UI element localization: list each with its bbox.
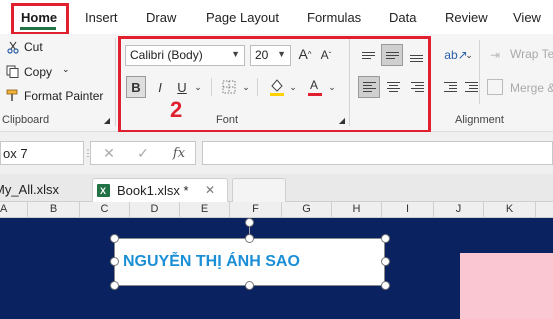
column-header-a[interactable]: A	[0, 203, 7, 215]
rotation-handle[interactable]	[245, 218, 254, 227]
workbook-tab-active[interactable]: X Book1.xlsx * ✕	[92, 178, 228, 202]
column-header-c[interactable]: C	[80, 203, 129, 215]
increase-indent-icon[interactable]	[462, 76, 480, 98]
column-header-j[interactable]: J	[434, 203, 483, 215]
merge-center-button[interactable]: Merge &	[510, 81, 553, 95]
copy-dropdown-chevron-icon[interactable]: ⌄	[62, 64, 70, 75]
decrease-indent-icon[interactable]	[440, 76, 460, 98]
formula-buttons: ✕ ✓ fx	[90, 141, 196, 165]
new-tab-button[interactable]	[232, 178, 286, 202]
ribbon-tab-bar: Home Insert Draw Page Layout Formulas Da…	[0, 0, 553, 34]
resize-handle-bottom-right[interactable]	[381, 281, 390, 290]
column-header-h[interactable]: H	[332, 203, 381, 215]
column-header-f[interactable]: F	[230, 203, 281, 215]
tab-data[interactable]: Data	[389, 10, 416, 25]
format-painter-icon	[5, 88, 20, 102]
resize-handle-top-right[interactable]	[381, 234, 390, 243]
svg-text:X: X	[100, 186, 106, 196]
column-header-b[interactable]: B	[28, 203, 79, 215]
tab-formulas[interactable]: Formulas	[307, 10, 361, 25]
annotation-box-home	[11, 3, 69, 35]
orientation-dropdown-chevron-icon[interactable]: ⌄	[465, 48, 473, 62]
column-header-g[interactable]: G	[282, 203, 331, 215]
enter-check-icon[interactable]: ✓	[135, 145, 151, 161]
tab-review[interactable]: Review	[445, 10, 488, 25]
resize-handle-bottom[interactable]	[245, 281, 254, 290]
text-box-text: NGUYỄN THỊ ÁNH SAO	[123, 253, 300, 270]
column-headers: A B C D E F G H I J K	[0, 202, 553, 218]
column-divider	[535, 202, 536, 218]
cancel-icon[interactable]: ✕	[101, 145, 117, 161]
workbook-tabs: My_All.xlsx X Book1.xlsx * ✕	[0, 174, 553, 202]
clipboard-group-label: Clipboard	[2, 114, 50, 126]
column-header-k[interactable]: K	[484, 203, 535, 215]
column-header-i[interactable]: I	[382, 203, 433, 215]
formula-bar: ox 7 ⋮ ✕ ✓ fx	[0, 132, 553, 174]
wrap-text-icon[interactable]: ⇥	[487, 46, 503, 64]
close-icon[interactable]: ✕	[205, 183, 215, 197]
annotation-box-font-group	[118, 36, 431, 133]
text-box-shape[interactable]: NGUYỄN THỊ ÁNH SAO	[114, 238, 385, 286]
alignment-group-label: Alignment	[455, 114, 504, 126]
workbook-tab-other[interactable]: My_All.xlsx	[0, 178, 65, 202]
merge-center-icon[interactable]	[487, 79, 503, 95]
resize-handle-left[interactable]	[110, 257, 119, 266]
resize-handle-bottom-left[interactable]	[110, 281, 119, 290]
excel-file-icon: X	[97, 184, 110, 197]
column-header-d[interactable]: D	[130, 203, 179, 215]
cut-button[interactable]: Cut	[24, 40, 43, 54]
orientation-icon[interactable]: ab↗	[444, 45, 467, 65]
tab-view[interactable]: View	[513, 10, 541, 25]
tab-page-layout[interactable]: Page Layout	[206, 10, 279, 25]
name-box[interactable]: ox 7	[0, 141, 84, 165]
scissors-icon	[6, 40, 20, 54]
formula-input[interactable]	[202, 141, 553, 165]
wrap-text-button[interactable]: Wrap Te	[510, 47, 553, 61]
format-painter-button[interactable]: Format Painter	[24, 89, 103, 103]
pink-shape[interactable]	[460, 253, 553, 319]
resize-handle-right[interactable]	[381, 257, 390, 266]
copy-icon	[5, 64, 19, 78]
resize-handle-top[interactable]	[245, 234, 254, 243]
group-separator	[115, 38, 116, 126]
annotation-number-2: 2	[170, 97, 183, 122]
tab-draw[interactable]: Draw	[146, 10, 176, 25]
clipboard-launcher-icon[interactable]: ◢	[103, 116, 111, 125]
copy-button[interactable]: Copy	[24, 65, 52, 79]
column-header-e[interactable]: E	[180, 203, 229, 215]
resize-handle-top-left[interactable]	[110, 234, 119, 243]
tab-insert[interactable]: Insert	[85, 10, 118, 25]
insert-function-icon[interactable]: fx	[171, 145, 187, 161]
workbook-tab-label: Book1.xlsx *	[117, 183, 189, 198]
